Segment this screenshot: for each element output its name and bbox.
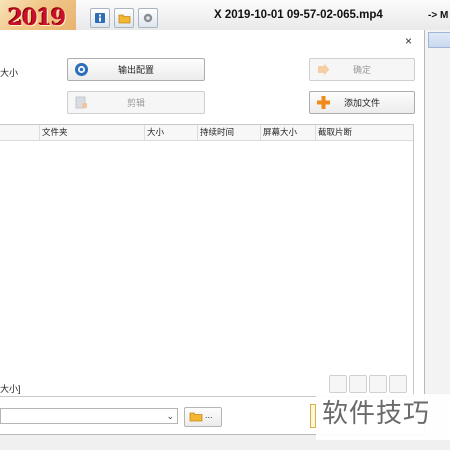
output-size-label: 大小] [0, 384, 21, 394]
file-icon[interactable] [329, 375, 347, 393]
file-table[interactable]: 文件夹 大小 持续时间 屏幕大小 截取片断 [0, 124, 414, 397]
file-title: X 2019-10-01 09-57-02-065.mp4 [214, 9, 383, 21]
header-screen-size[interactable]: 屏幕大小 [261, 125, 316, 140]
folder-icon [118, 14, 130, 24]
header-col-blank [0, 125, 40, 140]
gear-icon [143, 13, 153, 23]
add-file-label: 添加文件 [343, 98, 380, 108]
media-icon[interactable] [369, 375, 387, 393]
confirm-arrow-icon [318, 63, 330, 76]
watermark-text: 软件技巧 [316, 394, 450, 440]
browse-ellipsis: ... [205, 410, 213, 420]
app-logo: 2019 [0, 0, 76, 32]
clip-icon [75, 96, 87, 109]
header-folder[interactable]: 文件夹 [40, 125, 145, 140]
output-config-label: 输出配置 [117, 65, 154, 75]
add-file-button[interactable]: 添加文件 [309, 91, 415, 114]
output-config-button[interactable]: 输出配置 [67, 58, 205, 81]
logo-text: 2019 [8, 5, 66, 31]
folder-open-icon [189, 412, 203, 422]
confirm-button[interactable]: 确定 [309, 58, 415, 81]
browse-folder-button[interactable]: ... [184, 407, 222, 427]
chevron-down-icon: ⌄ [166, 411, 174, 421]
clip-button[interactable]: 剪辑 [67, 91, 205, 114]
info-icon [95, 13, 105, 23]
copy-icon[interactable] [349, 375, 367, 393]
folder-button[interactable] [114, 8, 134, 28]
output-arrow-label: -> M [428, 10, 449, 21]
close-icon[interactable]: × [405, 34, 412, 48]
output-folder-select[interactable]: ⌄ [0, 408, 178, 424]
list-icon[interactable] [389, 375, 407, 393]
dialog-window: × 大小 输出配置 确定 剪辑 添加文件 文件夹 大小 持续时间 屏幕大小 截取… [0, 30, 425, 435]
header-duration[interactable]: 持续时间 [198, 125, 261, 140]
right-panel-bar [428, 32, 450, 48]
add-plus-icon [317, 96, 330, 109]
output-config-icon [75, 63, 88, 76]
info-button[interactable] [90, 8, 110, 28]
header-size[interactable]: 大小 [145, 125, 198, 140]
confirm-label: 确定 [352, 65, 371, 75]
table-header: 文件夹 大小 持续时间 屏幕大小 截取片断 [0, 125, 413, 141]
right-panel-strip [424, 30, 450, 420]
header-clip-segment[interactable]: 截取片断 [316, 125, 413, 140]
size-label: 大小 [0, 68, 19, 78]
clip-label: 剪辑 [126, 98, 145, 108]
app-toolbar: 2019 X 2019-10-01 09-57-02-065.mp4 -> M [0, 0, 450, 32]
settings-button[interactable] [138, 8, 158, 28]
